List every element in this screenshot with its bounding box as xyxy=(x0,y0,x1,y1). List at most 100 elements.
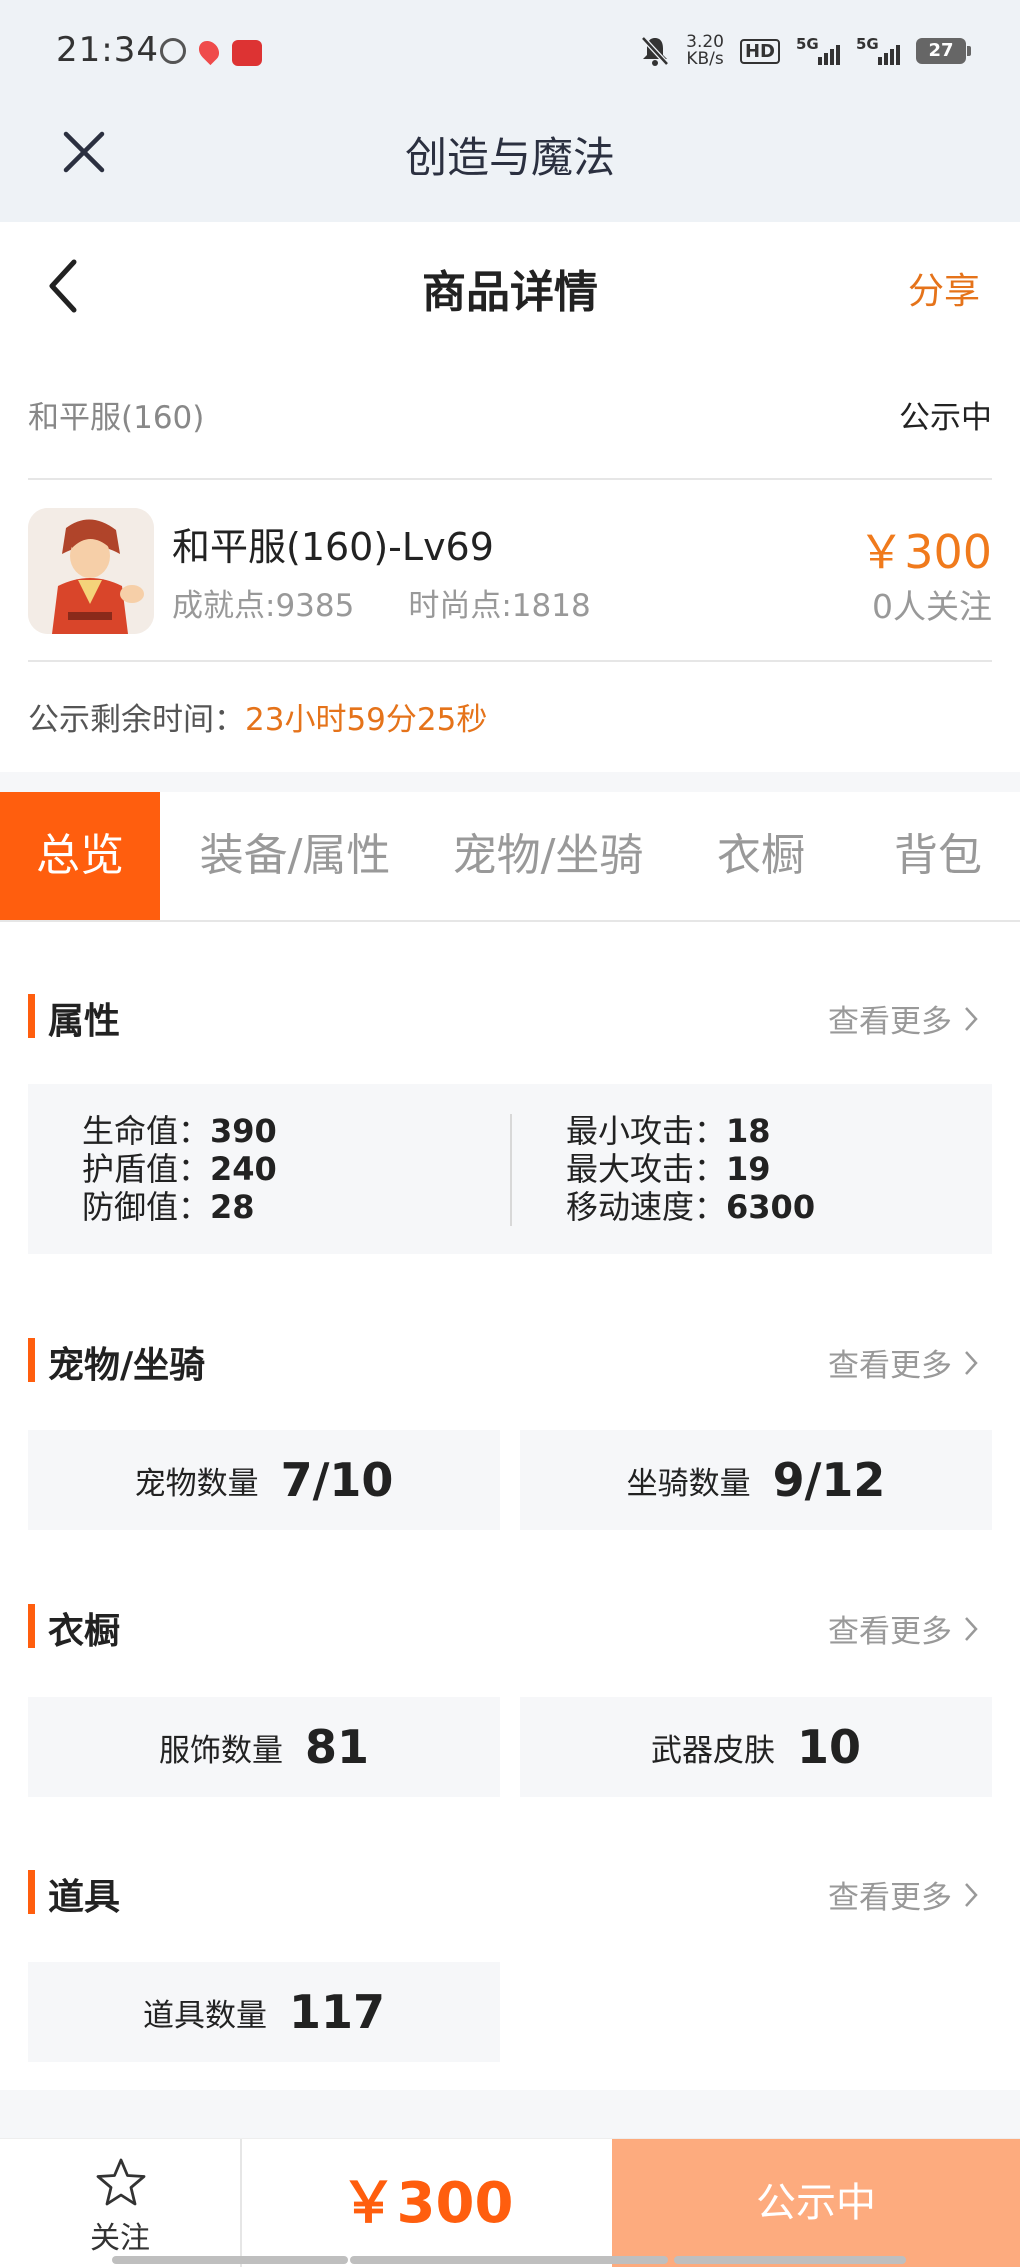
countdown: 公示剩余时间：23小时59分25秒 xyxy=(28,694,487,739)
character-stats: 成就点:9385 时尚点:1818 xyxy=(172,580,591,625)
pets-section-header: 宠物/坐骑 查看更多 xyxy=(28,1336,980,1386)
character-avatar xyxy=(28,508,154,634)
tab-wardrobe[interactable]: 衣橱 xyxy=(666,792,856,920)
page-header: 商品详情 分享 xyxy=(0,222,1020,352)
card-value: 81 xyxy=(304,1720,369,1774)
items-more-link[interactable]: 查看更多 xyxy=(828,1872,980,1917)
card-label: 武器皮肤 xyxy=(650,1732,775,1769)
character-name: 和平服(160)-Lv69 xyxy=(172,525,494,569)
fashion-points: 时尚点:1818 xyxy=(408,588,591,624)
card-value: 117 xyxy=(288,1985,386,2039)
attr-label: 最大攻击： xyxy=(566,1150,727,1188)
card-label: 宠物数量 xyxy=(134,1465,259,1502)
attr-value: 28 xyxy=(210,1188,255,1226)
public-notice-button[interactable]: 公示中 xyxy=(612,2139,1020,2267)
card-label: 坐骑数量 xyxy=(626,1465,751,1502)
attr-shield: 护盾值：240 xyxy=(82,1150,277,1188)
attr-value: 240 xyxy=(210,1150,277,1188)
status-bar: 21:34 3.20 KB/s HD 5G 5G 27 xyxy=(0,0,1020,110)
bottom-spacer xyxy=(0,2090,1020,2138)
section-accent-bar xyxy=(28,1604,35,1648)
achievement-points: 成就点:9385 xyxy=(172,588,355,624)
product-price: ￥300 xyxy=(858,525,992,579)
attr-label: 最小攻击： xyxy=(566,1112,727,1150)
tab-overview[interactable]: 总览 xyxy=(0,792,160,920)
map-pin-icon xyxy=(194,36,224,66)
net-speed-unit: KB/s xyxy=(686,49,724,69)
item-count-card: 道具数量 117 xyxy=(28,1962,500,2062)
game-app-icon xyxy=(232,40,262,66)
attr-label: 移动速度： xyxy=(566,1188,727,1226)
attr-label: 生命值： xyxy=(82,1112,211,1150)
page-title: 商品详情 xyxy=(422,267,598,318)
tab-pets-mounts[interactable]: 宠物/坐骑 xyxy=(430,792,666,920)
hd-badge: HD xyxy=(739,38,780,64)
attributes-more-link[interactable]: 查看更多 xyxy=(828,996,980,1041)
card-value: 7/10 xyxy=(280,1453,394,1507)
attributes-title: 属性 xyxy=(48,1001,121,1042)
home-indicator xyxy=(112,2256,348,2264)
notification-icons xyxy=(160,36,262,66)
wardrobe-title: 衣橱 xyxy=(48,1611,121,1652)
attr-value: 6300 xyxy=(726,1188,816,1226)
chevron-right-icon xyxy=(965,1350,978,1375)
chevron-right-icon xyxy=(965,1882,978,1907)
more-label: 查看更多 xyxy=(828,1348,952,1384)
listing-status: 公示中 xyxy=(899,400,992,436)
product-summary[interactable]: 和平服(160)-Lv69 成就点:9385 时尚点:1818 ￥300 0人关注 xyxy=(28,480,992,662)
attr-value: 19 xyxy=(726,1150,771,1188)
k-app-icon xyxy=(160,38,186,64)
outfit-count-card: 服饰数量 81 xyxy=(28,1697,500,1797)
app-bar: 创造与魔法 xyxy=(0,110,1020,222)
battery-icon: 27 xyxy=(916,38,971,64)
bottom-price: ￥300 xyxy=(340,2171,514,2236)
card-value: 10 xyxy=(796,1720,861,1774)
follower-count: 0人关注 xyxy=(872,587,992,626)
wardrobe-more-link[interactable]: 查看更多 xyxy=(828,1606,980,1651)
follow-label: 关注 xyxy=(90,2221,150,2256)
items-section-header: 道具 查看更多 xyxy=(28,1868,980,1918)
follow-button[interactable]: 关注 xyxy=(0,2139,242,2267)
status-right: 3.20 KB/s HD 5G 5G 27 xyxy=(640,34,971,68)
wardrobe-section-header: 衣橱 查看更多 xyxy=(28,1602,980,1652)
weapon-skin-card: 武器皮肤 10 xyxy=(520,1697,992,1797)
attributes-left: 生命值：390 护盾值：240 防御值：28 xyxy=(82,1112,277,1226)
tab-equipment[interactable]: 装备/属性 xyxy=(160,792,430,920)
card-label: 服饰数量 xyxy=(158,1732,283,1769)
mute-bell-icon xyxy=(641,36,669,66)
top-area: 21:34 3.20 KB/s HD 5G 5G 27 创造与魔法 xyxy=(0,0,1020,222)
attributes-section-header: 属性 查看更多 xyxy=(28,992,980,1042)
attributes-right: 最小攻击：18 最大攻击：19 移动速度：6300 xyxy=(566,1112,815,1226)
attr-label: 护盾值： xyxy=(82,1150,211,1188)
share-button[interactable]: 分享 xyxy=(908,262,980,314)
pet-count-card: 宠物数量 7/10 xyxy=(28,1430,500,1530)
server-name: 和平服(160) xyxy=(28,400,205,436)
star-icon xyxy=(96,2158,146,2206)
attr-move-speed: 移动速度：6300 xyxy=(566,1188,815,1226)
section-accent-bar xyxy=(28,994,35,1038)
mount-count-card: 坐骑数量 9/12 xyxy=(520,1430,992,1530)
net-speed: 3.20 KB/s xyxy=(686,34,724,68)
more-label: 查看更多 xyxy=(828,1880,952,1916)
character-figure-icon xyxy=(28,508,154,634)
items-title: 道具 xyxy=(48,1877,121,1918)
attributes-panel: 生命值：390 护盾值：240 防御值：28 最小攻击：18 最大攻击：19 移… xyxy=(28,1084,992,1254)
attr-min-attack: 最小攻击：18 xyxy=(566,1112,815,1150)
attr-value: 390 xyxy=(210,1112,277,1150)
attr-value: 18 xyxy=(726,1112,771,1150)
tab-backpack[interactable]: 背包 xyxy=(856,792,1020,920)
home-indicator xyxy=(350,2256,668,2264)
chevron-right-icon xyxy=(965,1616,978,1641)
signal-2-icon: 5G xyxy=(856,35,900,65)
countdown-label: 公示剩余时间： xyxy=(28,702,245,738)
pets-title: 宠物/坐骑 xyxy=(48,1345,206,1386)
signal-1-icon: 5G xyxy=(796,35,840,65)
status-time: 21:34 xyxy=(56,30,159,70)
more-label: 查看更多 xyxy=(828,1614,952,1650)
attr-max-attack: 最大攻击：19 xyxy=(566,1150,815,1188)
pets-more-link[interactable]: 查看更多 xyxy=(828,1340,980,1385)
card-label: 道具数量 xyxy=(142,1997,267,2034)
section-gap xyxy=(0,772,1020,792)
tab-bar: 总览 装备/属性 宠物/坐骑 衣橱 背包 xyxy=(0,792,1020,922)
card-value: 9/12 xyxy=(772,1453,886,1507)
